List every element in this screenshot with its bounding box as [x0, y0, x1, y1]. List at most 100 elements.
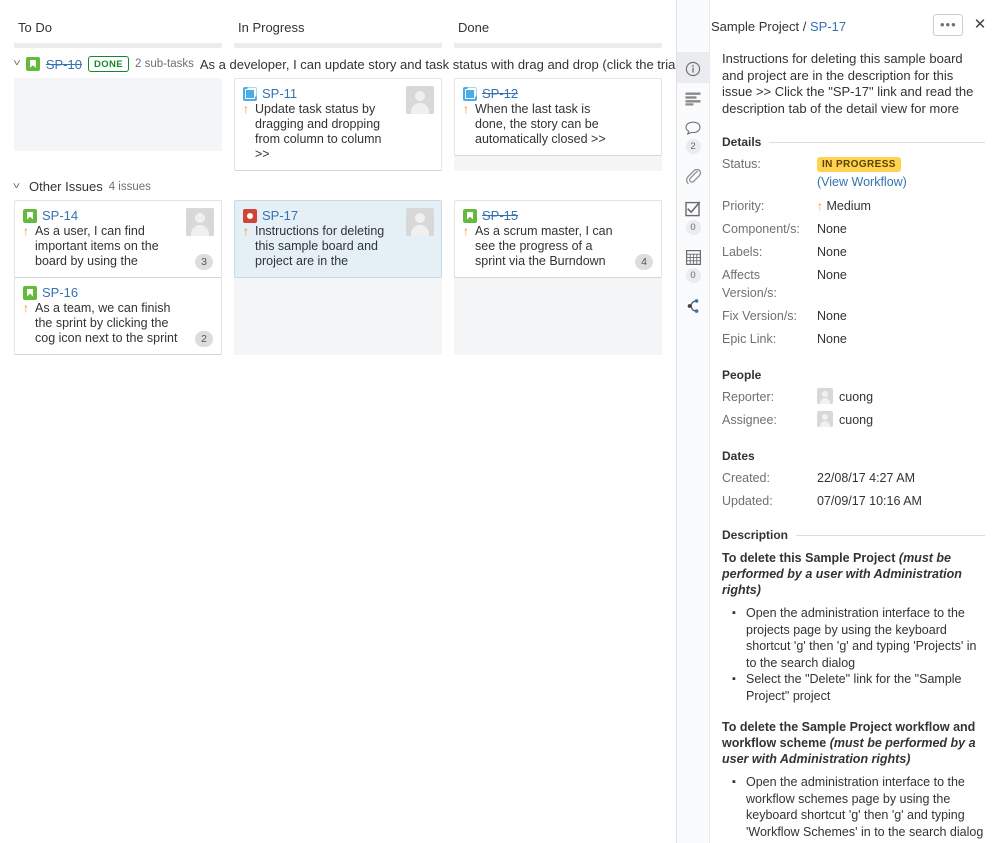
issue-card-sp17[interactable]: SP-17 ↑ Instructions for deleting this s…	[234, 200, 442, 278]
breadcrumb-issue-key[interactable]: SP-17	[810, 19, 846, 34]
avatar	[406, 208, 434, 236]
estimate-badge: 4	[635, 254, 653, 270]
card-issue-key[interactable]: SP-11	[262, 86, 297, 101]
column-progress-bar	[454, 43, 662, 48]
chevron-down-icon[interactable]: ˅	[13, 59, 21, 69]
field-value: IN PROGRESS (View Workflow)	[817, 155, 907, 192]
chevron-down-icon[interactable]: ˅	[13, 181, 25, 192]
card-body: ↑ As a team, we can finish the sprint by…	[23, 301, 213, 346]
column-done: Done	[454, 0, 662, 48]
people-section-header: People	[722, 368, 762, 382]
comment-icon	[685, 121, 701, 135]
field-fix-versions: Fix Version/s: None	[722, 307, 985, 325]
field-label: Created:	[722, 471, 770, 485]
jira-board-app: To Do In Progress Done ˅ SP-10 DONE 2 su…	[0, 0, 999, 843]
issue-detail-panel: 2 0 0 Sample Project / SP-17 ••• ✕ Instr…	[676, 0, 999, 843]
column-inprogress: In Progress	[234, 0, 442, 48]
card-issue-key[interactable]: SP-12	[482, 86, 518, 101]
lane-cell-inprogress[interactable]: SP-17 ↑ Instructions for deleting this s…	[234, 200, 442, 355]
column-header-label: To Do	[18, 20, 52, 35]
card-issue-key[interactable]: SP-14	[42, 208, 78, 223]
detail-tab-rail: 2 0 0	[677, 0, 710, 843]
subtask-checkbox-icon	[685, 201, 701, 217]
field-label: Status:	[722, 157, 761, 171]
field-label: Reporter:	[722, 390, 775, 404]
field-value: None	[817, 268, 847, 282]
issue-card-sp14[interactable]: SP-14 ↑ As a user, I can find important …	[14, 200, 222, 278]
field-value: None	[817, 222, 847, 236]
field-label: Component/s:	[722, 222, 800, 236]
dates-section-header: Dates	[722, 449, 755, 463]
tab-issue-links[interactable]	[677, 289, 710, 320]
swimlane-header-sp10[interactable]: ˅ SP-10 DONE 2 sub-tasks As a developer,…	[0, 48, 676, 78]
card-issue-key[interactable]: SP-17	[262, 208, 298, 223]
card-issue-key[interactable]: SP-16	[42, 285, 78, 300]
tab-attachments[interactable]	[677, 160, 710, 192]
dates-fields: Created: 22/08/17 4:27 AM Updated: 07/09…	[722, 469, 985, 510]
swimlane-issue-key[interactable]: SP-10	[46, 57, 82, 72]
issue-card-sp16[interactable]: SP-16 ↑ As a team, we can finish the spr…	[14, 278, 222, 355]
tab-subtasks[interactable]: 0	[677, 192, 710, 241]
estimate-badge: 2	[195, 331, 213, 347]
issue-summary: Instructions for deleting this sample bo…	[722, 51, 974, 116]
worklog-grid-icon	[685, 250, 701, 265]
tab-comments[interactable]: 2	[677, 112, 710, 160]
column-progress-bar	[234, 43, 442, 48]
field-updated: Updated: 07/09/17 10:16 AM	[722, 492, 985, 510]
more-actions-button[interactable]: •••	[933, 14, 963, 36]
description-body: To delete this Sample Project (must be p…	[722, 550, 985, 840]
swimlane-header-other-issues[interactable]: ˅ Other Issues 4 issues	[0, 171, 676, 200]
description-block: To delete the Sample Project workflow an…	[722, 719, 985, 840]
avatar	[817, 411, 833, 427]
swimlane-issue-count: 4 issues	[108, 180, 151, 193]
board-column-headers: To Do In Progress Done	[0, 0, 676, 48]
medium-priority-icon: ↑	[23, 224, 29, 238]
card-issue-key[interactable]: SP-15	[482, 208, 518, 223]
card-key-row: SP-12	[463, 86, 653, 101]
description-icon	[685, 92, 701, 106]
tab-details[interactable]	[677, 52, 710, 83]
swimlane-summary: As a developer, I can update story and t…	[199, 56, 676, 72]
tab-worklog[interactable]: 0	[677, 241, 710, 289]
lane-cell-done[interactable]: SP-15 ↑ As a scrum master, I can see the…	[454, 200, 662, 355]
issue-card-sp15[interactable]: SP-15 ↑ As a scrum master, I can see the…	[454, 200, 662, 278]
status-badge: DONE	[87, 56, 130, 72]
lane-cell-inprogress[interactable]: SP-11 ↑ Update task status by dragging a…	[234, 78, 442, 171]
lane-cell-todo[interactable]: SP-14 ↑ As a user, I can find important …	[14, 200, 222, 355]
swimlane-subtask-count: 2 sub-tasks	[135, 58, 194, 70]
assignee-name[interactable]: cuong	[839, 413, 873, 427]
bug-icon	[243, 208, 257, 223]
heading-bold: To delete this Sample Project	[722, 551, 899, 565]
field-epic-link: Epic Link: None	[722, 330, 985, 348]
card-body: ↑ Update task status by dragging and dro…	[243, 102, 433, 162]
lane-cell-done[interactable]: SP-12 ↑ When the last task is done, the …	[454, 78, 662, 171]
field-value: cuong	[817, 411, 873, 429]
card-summary: As a team, we can finish the sprint by c…	[35, 301, 178, 345]
list-item: Select the "Delete" link for the "Sample…	[732, 671, 985, 704]
tab-description[interactable]	[677, 83, 710, 112]
story-icon	[25, 57, 40, 71]
field-label: Affects Version/s:	[722, 268, 777, 300]
view-workflow-link[interactable]: (View Workflow)	[817, 172, 907, 192]
column-progress-bar	[14, 43, 222, 48]
field-reporter: Reporter: cuong	[722, 388, 985, 406]
field-label: Epic Link:	[722, 332, 777, 346]
issue-card-sp12[interactable]: SP-12 ↑ When the last task is done, the …	[454, 78, 662, 156]
close-icon[interactable]: ✕	[971, 14, 989, 36]
reporter-name[interactable]: cuong	[839, 390, 873, 404]
issue-card-sp11[interactable]: SP-11 ↑ Update task status by dragging a…	[234, 78, 442, 171]
column-header-label: Done	[458, 20, 490, 35]
description-bullet-list: Open the administration interface to the…	[722, 774, 985, 840]
card-key-row: SP-17	[243, 208, 433, 223]
subtask-icon	[463, 86, 477, 101]
comment-count: 2	[685, 139, 701, 154]
breadcrumb-project[interactable]: Sample Project	[711, 19, 799, 34]
estimate-badge: 3	[195, 254, 213, 270]
story-icon	[23, 285, 37, 300]
lane-cell-todo[interactable]	[14, 78, 222, 151]
card-body: ↑ As a user, I can find important items …	[23, 224, 213, 269]
status-badge: IN PROGRESS	[817, 157, 901, 172]
card-summary: As a scrum master, I can see the progres…	[475, 224, 613, 268]
field-value: 07/09/17 10:16 AM	[817, 494, 922, 508]
field-assignee: Assignee: cuong	[722, 411, 985, 429]
